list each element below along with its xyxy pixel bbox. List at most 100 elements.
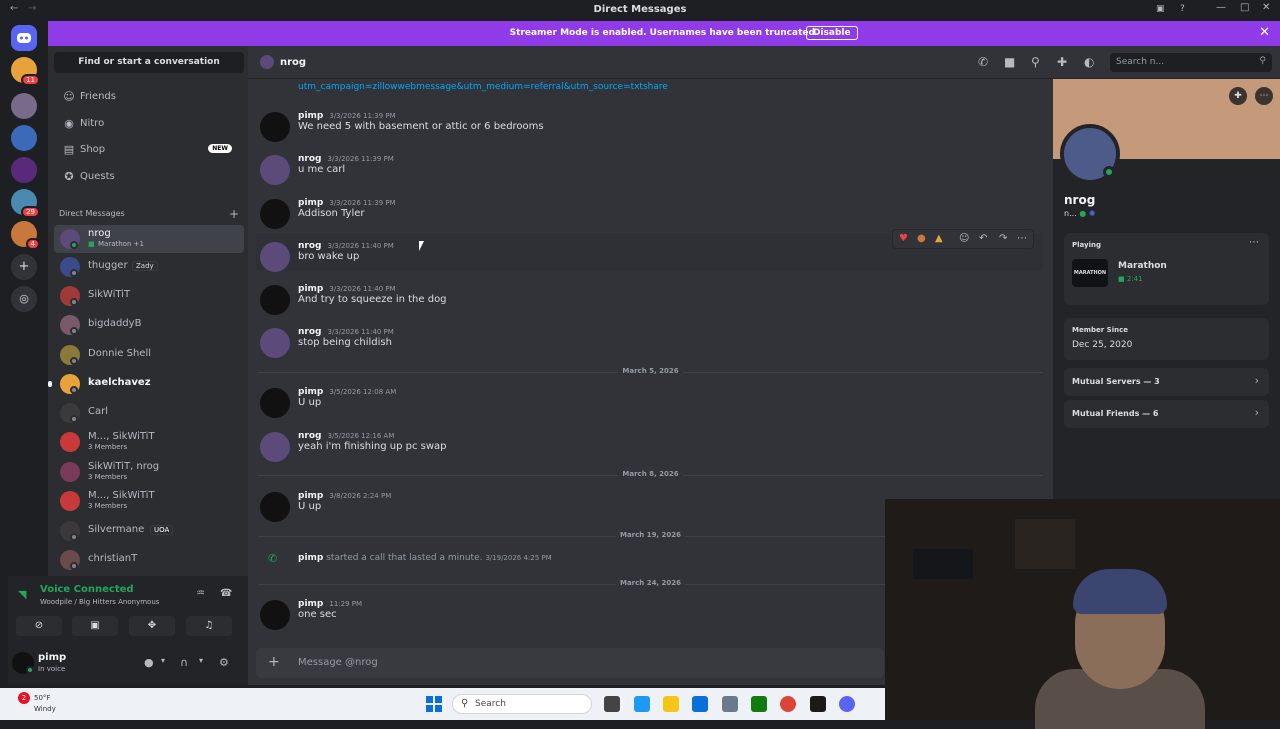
forward-icon[interactable]: ↷ xyxy=(999,233,1007,244)
dm-item[interactable]: M..., SikWiTiT 3 Members xyxy=(54,487,244,515)
reply-icon[interactable]: ↶ xyxy=(979,233,987,244)
chevron-down-icon[interactable]: ▾ xyxy=(199,656,203,665)
weather-temp[interactable]: 50°F xyxy=(34,694,50,702)
more-options-icon[interactable]: ⋯ xyxy=(1249,237,1259,248)
reaction-thumbsup-icon[interactable]: ▲ xyxy=(935,233,943,244)
reaction-poop-icon[interactable]: ● xyxy=(917,233,926,244)
profile-name[interactable]: nrog xyxy=(1064,193,1095,207)
microphone-icon[interactable]: ● xyxy=(144,656,154,669)
nav-friends[interactable]: ☺ Friends xyxy=(56,86,242,108)
avatar[interactable] xyxy=(260,155,290,185)
mutual-servers-row[interactable]: Mutual Servers — 3 › xyxy=(1064,368,1269,396)
avatar[interactable] xyxy=(260,112,290,142)
message-author[interactable]: pimp xyxy=(298,198,323,208)
message-author[interactable]: pimp xyxy=(298,111,323,121)
disable-streamer-button[interactable]: Disable xyxy=(806,26,858,40)
dm-item[interactable]: nrog Marathon +1 ■ xyxy=(54,225,244,253)
message-author[interactable]: pimp xyxy=(298,284,323,294)
reaction-100-icon[interactable]: ♥ xyxy=(899,233,908,244)
message-author[interactable]: pimp xyxy=(298,387,323,397)
chrome-app-icon[interactable] xyxy=(780,696,796,712)
user-profile-icon[interactable]: ◐ xyxy=(1084,55,1094,69)
message-author[interactable]: nrog xyxy=(298,241,321,251)
windows-start-icon[interactable] xyxy=(426,696,442,712)
avatar[interactable] xyxy=(260,600,290,630)
activities-button[interactable]: ✥ xyxy=(129,616,175,636)
find-conversation-input[interactable]: Find or start a conversation xyxy=(54,52,244,73)
discord-app-icon[interactable] xyxy=(839,696,855,712)
screen-share-icon[interactable]: ▣ xyxy=(1156,4,1165,14)
dm-item[interactable]: thugger Zady xyxy=(54,253,244,281)
add-friends-icon[interactable]: ✚ xyxy=(1057,55,1067,69)
taskbar-search[interactable]: ⚲ Search xyxy=(452,694,592,714)
message-author[interactable]: nrog xyxy=(298,327,321,337)
dm-item[interactable]: SikWiTiT xyxy=(54,282,244,310)
message-composer[interactable]: + Message @nrog xyxy=(256,648,884,678)
close-window-icon[interactable]: ✕ xyxy=(1262,2,1270,13)
settings-icon[interactable]: ⚙ xyxy=(219,656,229,669)
search-input[interactable]: Search n... ⚲ xyxy=(1110,53,1272,72)
attach-plus-icon[interactable]: + xyxy=(268,654,280,670)
message-link[interactable]: utm_campaign=zillowwebmessage&utm_medium… xyxy=(298,82,668,92)
add-friend-icon[interactable]: ✚ xyxy=(1229,87,1247,105)
camera-off-button[interactable]: ⊘ xyxy=(16,616,62,636)
call-author[interactable]: pimp xyxy=(298,553,323,563)
dm-item[interactable]: M..., SikWiTiT 3 Members xyxy=(54,428,244,456)
more-options-icon[interactable]: ⋯ xyxy=(1255,87,1273,105)
discover-icon[interactable]: ◎ xyxy=(11,286,37,312)
video-call-icon[interactable]: ■ xyxy=(1004,55,1015,69)
dm-item[interactable]: SikWiTiT, nrog 3 Members xyxy=(54,458,244,486)
help-icon[interactable]: ? xyxy=(1180,4,1185,14)
store-icon[interactable] xyxy=(692,696,708,712)
dm-item[interactable]: Silvermane UOA xyxy=(54,517,244,545)
avatar[interactable] xyxy=(260,285,290,315)
nav-nitro[interactable]: ◉ Nitro xyxy=(56,113,242,135)
voice-channel[interactable]: Woodpile / Big Hitters Anonymous xyxy=(40,598,159,606)
avatar[interactable] xyxy=(260,199,290,229)
chevron-down-icon[interactable]: ▾ xyxy=(161,656,165,665)
message-author[interactable]: nrog xyxy=(298,154,321,164)
avatar[interactable] xyxy=(260,328,290,358)
app-icon[interactable] xyxy=(810,696,826,712)
dm-item[interactable]: bigdaddyB xyxy=(54,311,244,339)
server-icon[interactable]: 4 xyxy=(11,221,40,250)
file-explorer-icon[interactable] xyxy=(663,696,679,712)
avatar[interactable] xyxy=(260,492,290,522)
voice-call-icon[interactable]: ✆ xyxy=(978,55,988,69)
recipient-name[interactable]: nrog xyxy=(280,57,306,68)
create-dm-icon[interactable]: + xyxy=(229,207,239,221)
avatar[interactable] xyxy=(260,432,290,462)
xbox-app-icon[interactable] xyxy=(751,696,767,712)
screen-share-button[interactable]: ▣ xyxy=(72,616,118,636)
server-icon[interactable] xyxy=(11,157,37,183)
message-author[interactable]: nrog xyxy=(298,431,321,441)
add-server-icon[interactable]: + xyxy=(11,254,37,280)
task-view-icon[interactable] xyxy=(604,696,620,712)
server-icon[interactable]: 11 xyxy=(11,57,40,86)
dm-item[interactable]: Donnie Shell xyxy=(54,341,244,369)
voice-status[interactable]: Voice Connected xyxy=(40,584,134,595)
dm-item[interactable]: kaelchavez xyxy=(48,370,244,398)
more-options-icon[interactable]: ⋯ xyxy=(1017,233,1027,244)
nav-quests[interactable]: ✪ Quests xyxy=(56,166,242,188)
dm-item[interactable]: Carl xyxy=(54,399,244,427)
pin-icon[interactable]: ⚲ xyxy=(1031,55,1040,69)
nav-shop[interactable]: ▤ Shop NEW xyxy=(56,139,242,161)
user-name[interactable]: pimp xyxy=(38,652,66,663)
twitter-app-icon[interactable] xyxy=(634,696,650,712)
soundboard-button[interactable]: ♫ xyxy=(186,616,232,636)
add-reaction-icon[interactable]: ☺ xyxy=(959,233,969,244)
avatar[interactable] xyxy=(260,242,290,272)
close-banner-icon[interactable]: ✕ xyxy=(1259,25,1270,40)
message-author[interactable]: pimp xyxy=(298,599,323,609)
minimize-icon[interactable]: — xyxy=(1216,2,1226,13)
server-icon[interactable] xyxy=(11,125,37,151)
avatar[interactable] xyxy=(260,388,290,418)
noise-suppression-icon[interactable]: ♒ xyxy=(196,588,205,599)
mutual-friends-row[interactable]: Mutual Friends — 6 › xyxy=(1064,400,1269,428)
maximize-icon[interactable]: □ xyxy=(1240,2,1249,13)
message-author[interactable]: pimp xyxy=(298,491,323,501)
settings-app-icon[interactable] xyxy=(722,696,738,712)
discord-home-icon[interactable] xyxy=(11,25,37,51)
headphones-icon[interactable]: ∩ xyxy=(180,656,188,669)
